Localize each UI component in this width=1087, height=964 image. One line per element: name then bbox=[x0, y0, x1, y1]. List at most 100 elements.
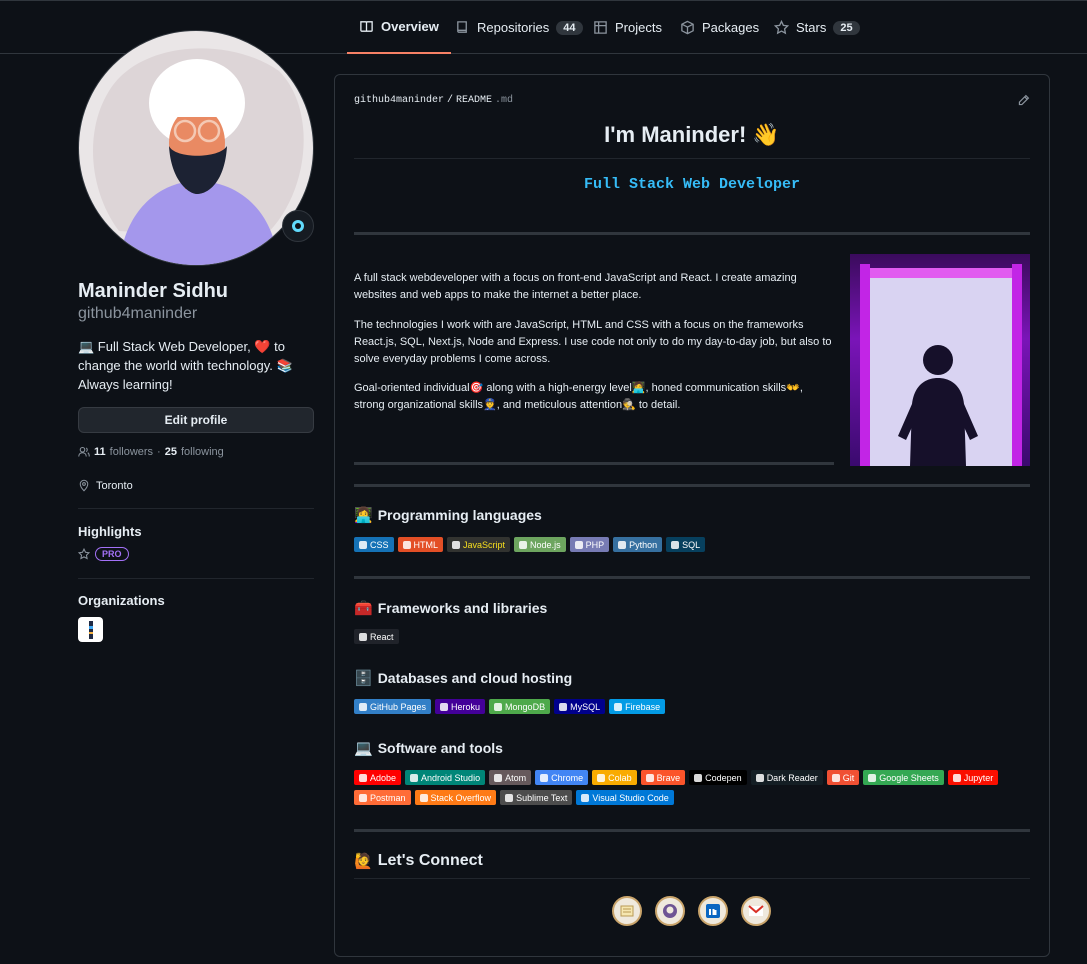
section-divider bbox=[354, 484, 1030, 487]
tech-badge-label: Brave bbox=[656, 772, 681, 783]
tab-overview[interactable]: Overview bbox=[347, 1, 451, 54]
divider bbox=[78, 578, 314, 579]
tech-badge: React bbox=[354, 629, 399, 644]
section-title: Databases and cloud hosting bbox=[377, 670, 573, 686]
tech-badge-label: Node.js bbox=[530, 539, 561, 550]
tech-badge-label: MongoDB bbox=[505, 701, 546, 712]
profile-bio: 💻 Full Stack Web Developer, ❤️ to change… bbox=[78, 339, 293, 392]
pro-highlight: PRO bbox=[78, 547, 129, 561]
avatar[interactable] bbox=[78, 30, 314, 266]
organization-avatar[interactable] bbox=[78, 617, 103, 642]
tech-logo-icon bbox=[419, 793, 428, 802]
readme-path-user[interactable]: github4maninder bbox=[354, 95, 444, 106]
pro-badge: PRO bbox=[95, 547, 129, 561]
tech-badge: SQL bbox=[666, 537, 706, 552]
tech-logo-icon bbox=[452, 540, 461, 549]
tech-badge: Codepen bbox=[689, 770, 747, 785]
tech-badge-label: Chrome bbox=[551, 772, 584, 783]
connect-title: Let's Connect bbox=[377, 852, 483, 869]
tech-badge-label: Colab bbox=[608, 772, 632, 783]
tech-logo-icon bbox=[494, 773, 503, 782]
tab-label: Repositories bbox=[477, 20, 550, 35]
tech-badge: Postman bbox=[354, 790, 411, 805]
tech-badge-label: Google Sheets bbox=[879, 772, 939, 783]
tech-badge: Brave bbox=[640, 770, 686, 785]
tech-badge-label: Dark Reader bbox=[766, 772, 818, 783]
tech-logo-icon bbox=[694, 773, 703, 782]
stars-counter: 25 bbox=[833, 20, 860, 35]
following-count[interactable]: 25 bbox=[165, 446, 177, 458]
location-pin-icon bbox=[79, 479, 89, 492]
heading-divider bbox=[354, 158, 1030, 159]
tech-badge: Python bbox=[613, 537, 663, 552]
tab-label: Packages bbox=[702, 20, 760, 35]
edit-readme-button[interactable] bbox=[1017, 94, 1030, 110]
tech-badge: Adobe bbox=[354, 770, 402, 785]
tech-logo-icon bbox=[440, 702, 449, 711]
tech-badge: Heroku bbox=[435, 699, 486, 714]
silhouette-photo-icon bbox=[860, 264, 1022, 466]
tech-logo-icon bbox=[359, 793, 367, 802]
connect-links bbox=[612, 896, 771, 926]
tech-badge: Android Studio bbox=[405, 770, 486, 785]
github-icon bbox=[663, 904, 677, 918]
following-label[interactable]: following bbox=[181, 446, 224, 458]
tech-logo-icon bbox=[402, 540, 411, 549]
tech-logo-icon bbox=[831, 773, 840, 782]
github-link[interactable] bbox=[655, 896, 685, 926]
tab-repositories[interactable]: Repositories 44 bbox=[455, 1, 583, 54]
technologist-icon: 👩‍💻 bbox=[354, 507, 373, 524]
followers-label[interactable]: followers bbox=[110, 446, 153, 458]
tech-badge: Colab bbox=[592, 770, 637, 785]
readme-path-file[interactable]: README bbox=[456, 95, 492, 106]
package-icon bbox=[681, 20, 694, 35]
tab-packages[interactable]: Packages bbox=[680, 1, 759, 54]
tech-logo-icon bbox=[505, 793, 514, 802]
tech-badge: Stack Overflow bbox=[414, 790, 497, 805]
location-text: Toronto bbox=[96, 479, 133, 492]
edit-profile-button[interactable]: Edit profile bbox=[78, 407, 314, 433]
pencil-icon bbox=[1018, 94, 1030, 106]
tab-projects[interactable]: Projects bbox=[593, 1, 662, 54]
divider bbox=[78, 508, 314, 509]
tech-logo-icon bbox=[540, 773, 549, 782]
tech-logo-icon bbox=[868, 773, 877, 782]
tech-badge-label: Stack Overflow bbox=[430, 792, 492, 803]
followers-count[interactable]: 11 bbox=[94, 446, 106, 458]
tech-badge: Jupyter bbox=[947, 770, 999, 785]
section-divider bbox=[354, 462, 834, 465]
tech-logo-icon bbox=[614, 702, 623, 711]
people-icon bbox=[78, 446, 90, 457]
tech-logo-icon bbox=[359, 632, 367, 641]
tech-badge-label: PHP bbox=[585, 539, 605, 550]
portfolio-link[interactable] bbox=[612, 896, 642, 926]
tech-badge-label: Sublime Text bbox=[516, 792, 568, 803]
tech-badge: JavaScript bbox=[447, 537, 511, 552]
tech-badge: HTML bbox=[397, 537, 444, 552]
readme-path: github4maninder / README .md bbox=[354, 95, 513, 106]
tab-stars[interactable]: Stars 25 bbox=[774, 1, 860, 54]
tech-logo-icon bbox=[559, 702, 568, 711]
tech-logo-icon bbox=[671, 540, 680, 549]
highlights-title: Highlights bbox=[78, 524, 142, 539]
tech-badge: GitHub Pages bbox=[354, 699, 432, 714]
organizations-title: Organizations bbox=[78, 593, 165, 608]
tech-logo-icon bbox=[645, 773, 654, 782]
tech-logo-icon bbox=[597, 773, 606, 782]
tech-badge: MySQL bbox=[554, 699, 606, 714]
follow-separator: · bbox=[157, 446, 161, 458]
linkedin-link[interactable] bbox=[698, 896, 728, 926]
star-icon bbox=[774, 20, 789, 35]
gmail-link[interactable] bbox=[741, 896, 771, 926]
toolbox-icon: 🧰 bbox=[354, 600, 373, 617]
tech-badge: PHP bbox=[569, 537, 610, 552]
connect-heading: 🙋 Let's Connect bbox=[354, 852, 483, 870]
tech-badge-label: HTML bbox=[413, 539, 439, 550]
connect-divider bbox=[354, 878, 1030, 879]
tech-badge: Node.js bbox=[514, 537, 566, 552]
tech-badge-label: Postman bbox=[370, 792, 406, 803]
gmail-icon bbox=[748, 905, 764, 916]
tech-logo-icon bbox=[410, 773, 419, 782]
status-button[interactable] bbox=[282, 210, 314, 242]
tab-label: Overview bbox=[381, 19, 439, 34]
